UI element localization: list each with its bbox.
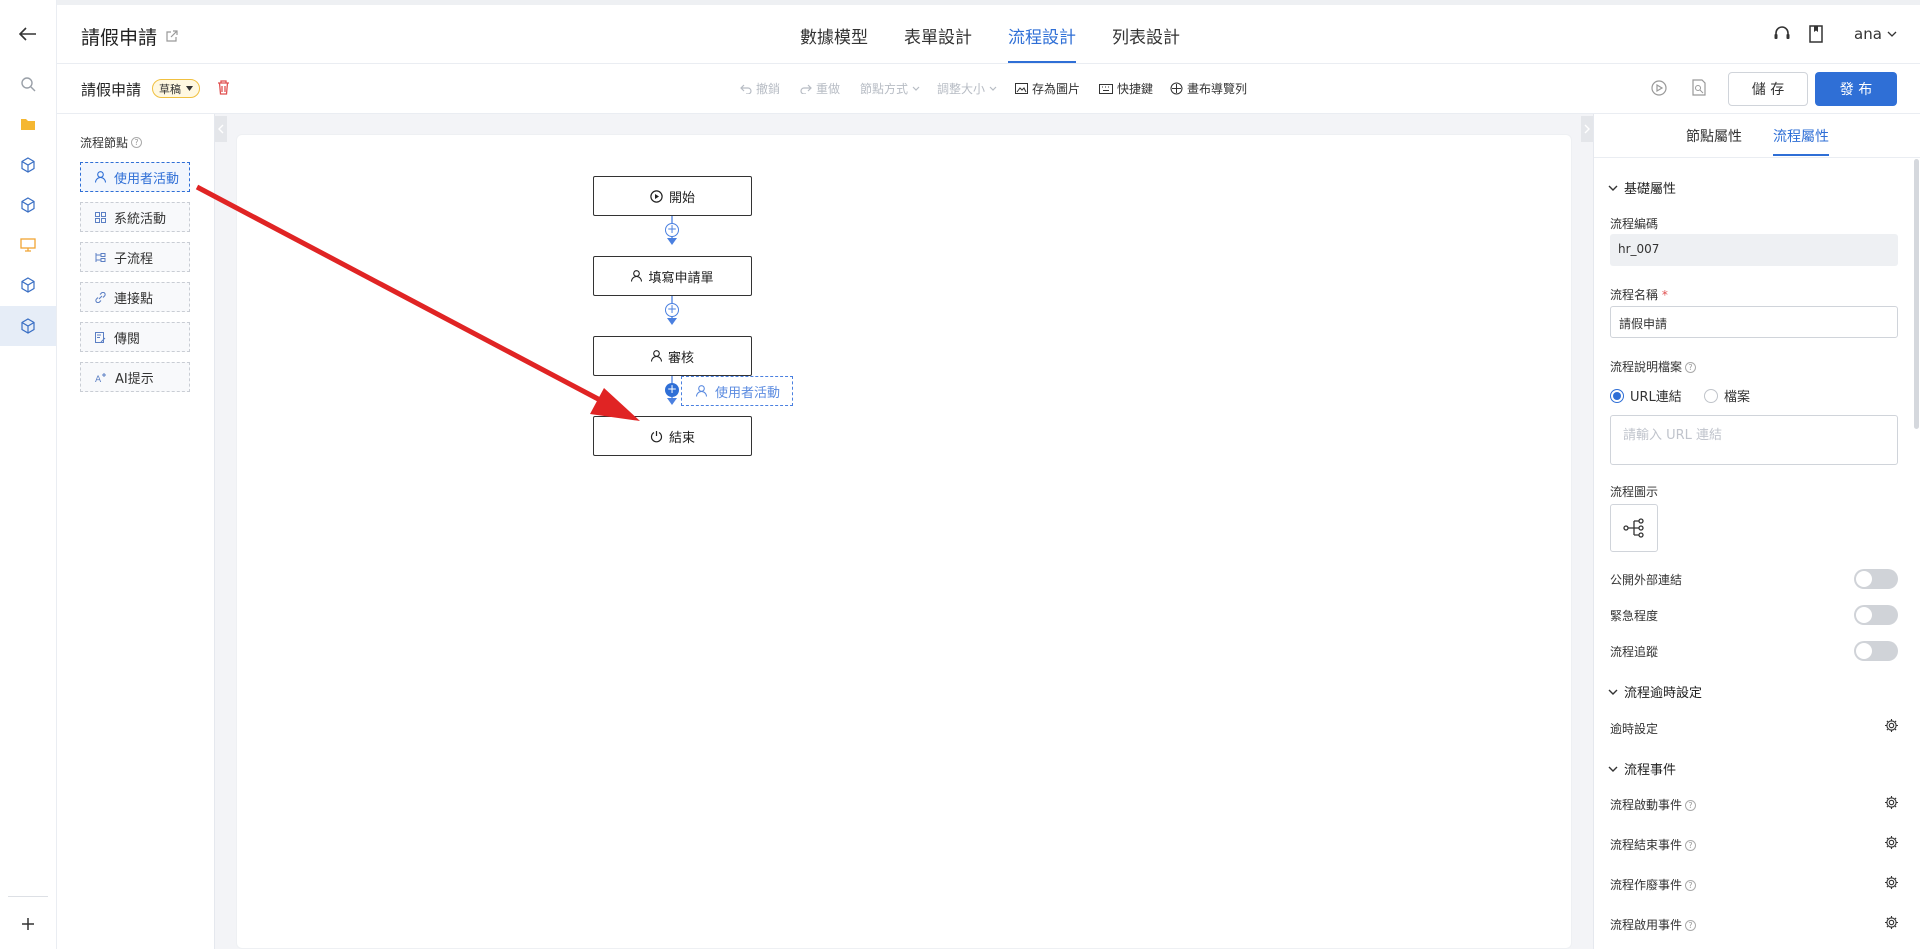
gear-icon[interactable] <box>1884 875 1899 894</box>
code-label: 流程編碼 <box>1610 217 1659 231</box>
event-void-label: 流程作廢事件? <box>1610 876 1697 893</box>
radio-file-label: 檔案 <box>1724 390 1751 405</box>
section-timeout-title: 流程逾時設定 <box>1624 686 1703 701</box>
gear-icon[interactable] <box>1884 915 1899 934</box>
icon-label: 流程圖示 <box>1610 485 1659 499</box>
help-icon[interactable]: ? <box>1685 920 1697 931</box>
name-label: 流程名稱 * <box>1610 288 1668 302</box>
chevron-down-icon <box>1608 766 1618 772</box>
section-timeout[interactable]: 流程逾時設定 <box>1608 682 1702 701</box>
gear-icon[interactable] <box>1884 795 1899 814</box>
tracking-toggle[interactable] <box>1854 641 1898 661</box>
gear-icon[interactable] <box>1884 718 1899 737</box>
name-label-text: 流程名稱 <box>1610 288 1659 302</box>
chevron-down-icon <box>1608 185 1618 191</box>
event-enable-text: 流程啟用事件 <box>1610 918 1683 932</box>
tab-flow-properties[interactable]: 流程屬性 <box>1773 126 1829 156</box>
name-input[interactable]: 請假申請 <box>1610 306 1898 338</box>
tracking-label: 流程追蹤 <box>1610 645 1659 659</box>
doc-label-text: 流程說明檔案 <box>1610 360 1683 374</box>
flow-tree-icon <box>1623 518 1644 538</box>
public-link-toggle[interactable] <box>1854 569 1898 589</box>
flow-icon-picker[interactable] <box>1610 504 1658 552</box>
help-icon[interactable]: ? <box>1685 840 1697 851</box>
radio-url[interactable]: URL連結 <box>1610 386 1682 405</box>
chevron-down-icon <box>1608 689 1618 695</box>
url-textarea[interactable]: 請輸入 URL 連結 <box>1610 415 1898 465</box>
section-events[interactable]: 流程事件 <box>1608 759 1676 778</box>
radio-url-label: URL連結 <box>1630 390 1682 405</box>
public-link-label: 公開外部連結 <box>1610 573 1683 587</box>
urgency-label: 緊急程度 <box>1610 609 1659 623</box>
doc-label: 流程說明檔案? <box>1610 358 1697 375</box>
timeout-setting-label: 逾時設定 <box>1610 722 1659 736</box>
tab-node-properties[interactable]: 節點屬性 <box>1686 126 1742 146</box>
event-void-text: 流程作廢事件 <box>1610 878 1683 892</box>
event-enable-label: 流程啟用事件? <box>1610 916 1697 933</box>
radio-checked <box>1610 388 1624 403</box>
help-icon[interactable]: ? <box>1685 362 1697 373</box>
scrollbar[interactable] <box>1914 159 1919 429</box>
gear-icon[interactable] <box>1884 835 1899 854</box>
code-field: hr_007 <box>1610 234 1898 266</box>
help-icon[interactable]: ? <box>1685 880 1697 891</box>
radio-file[interactable]: 檔案 <box>1704 386 1750 405</box>
event-start-label: 流程啟動事件? <box>1610 796 1697 813</box>
section-basic-title: 基礎屬性 <box>1624 182 1677 197</box>
section-events-title: 流程事件 <box>1624 763 1677 778</box>
urgency-toggle[interactable] <box>1854 605 1898 625</box>
event-end-label: 流程結束事件? <box>1610 836 1697 853</box>
divider <box>1594 157 1920 158</box>
properties-panel: 節點屬性 流程屬性 基礎屬性 流程編碼 hr_007 流程名稱 * 請假申請 流… <box>1593 114 1920 949</box>
event-start-text: 流程啟動事件 <box>1610 798 1683 812</box>
radio-unchecked <box>1704 388 1718 403</box>
section-basic[interactable]: 基礎屬性 <box>1608 178 1676 197</box>
help-icon[interactable]: ? <box>1685 800 1697 811</box>
event-end-text: 流程結束事件 <box>1610 838 1683 852</box>
